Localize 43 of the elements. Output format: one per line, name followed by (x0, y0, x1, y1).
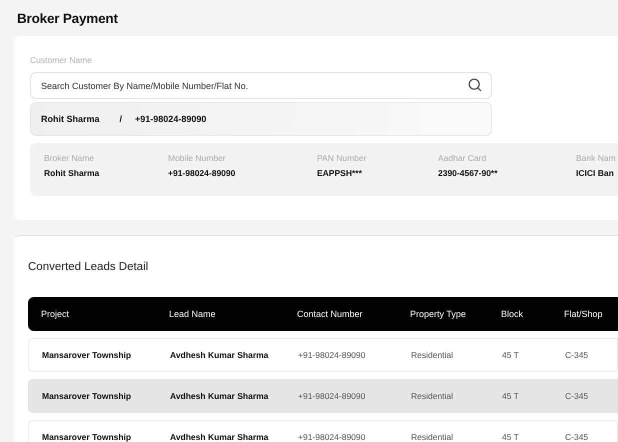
table-cell-text: Residential (411, 391, 454, 401)
table-cell-text: Mansarover Township (42, 432, 132, 442)
table-row[interactable]: Mansarover Township Avdhesh Kumar Sharma +91-98024-89090 Residential 45 T C-345 (28, 379, 618, 413)
field-label: Customer Name (30, 55, 93, 67)
column-header: Property Type (410, 309, 467, 319)
info-label: Broker Name (44, 153, 96, 163)
column-header: Contact Number (297, 309, 364, 319)
table-cell-text: Mansarover Township (42, 391, 132, 401)
info-label: Bank Nam (576, 153, 617, 163)
table-cell-text: 45 T (502, 432, 520, 442)
section-title: Converted Leads Detail (28, 260, 150, 274)
table-cell-text: Avdhesh Kumar Sharma (170, 391, 270, 401)
column-header: Lead Name (169, 309, 217, 319)
page-title: Broker Payment (16, 10, 119, 28)
table-row[interactable]: Mansarover Township Avdhesh Kumar Sharma +91-98024-89090 Residential 45 T C-345 (28, 338, 618, 372)
table-cell-text: C-345 (565, 350, 590, 360)
search-result-item[interactable]: Rohit Sharma / +91-98024-89090 (30, 102, 492, 136)
table-cell-text: Avdhesh Kumar Sharma (170, 432, 270, 442)
table-cell-text: 45 T (502, 350, 520, 360)
column-header: Flat/Shop (564, 309, 604, 319)
info-value: ICICI Ban (576, 168, 615, 178)
search-icon (468, 78, 482, 92)
table-cell-text: C-345 (565, 391, 590, 401)
table-cell-text: C-345 (565, 432, 590, 442)
info-value: EAPPSH*** (317, 168, 363, 178)
table-cell-text: +91-98024-89090 (298, 391, 366, 401)
info-value: 2390-4567-90** (438, 168, 499, 178)
table-cell-text: Avdhesh Kumar Sharma (170, 350, 270, 360)
table-cell-text: +91-98024-89090 (298, 432, 366, 442)
table-cell-text: +91-98024-89090 (298, 350, 366, 360)
table-cell-text: Residential (411, 350, 454, 360)
table-cell-text: Residential (411, 432, 454, 442)
info-label: PAN Number (317, 153, 368, 163)
info-value: +91-98024-89090 (168, 168, 236, 178)
info-label: Mobile Number (168, 153, 227, 163)
column-header: Project (41, 309, 70, 319)
table-cell-text: 45 T (502, 391, 520, 401)
table-cell-text: Mansarover Township (42, 350, 132, 360)
info-label: Aadhar Card (438, 153, 488, 163)
search-field[interactable]: Search Customer By Name/Mobile Number/Flat No. (30, 72, 492, 99)
info-value: Rohit Sharma (44, 168, 100, 178)
column-header: Block (501, 309, 524, 319)
table-row[interactable]: Mansarover Township Avdhesh Kumar Sharma +91-98024-89090 Residential 45 T C-345 (28, 420, 618, 442)
